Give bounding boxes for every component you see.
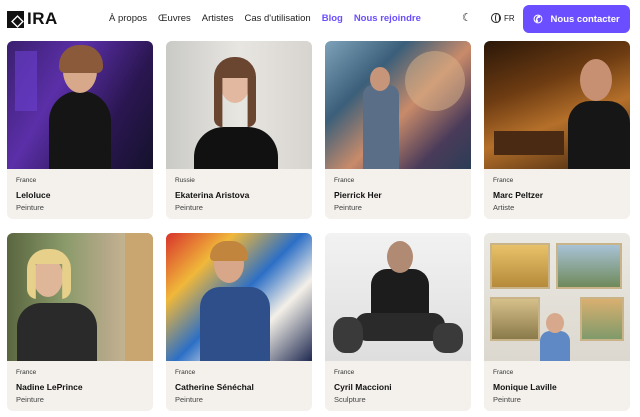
artist-category: Artiste [493,203,515,212]
nav-item-artistes[interactable]: Artistes [202,13,234,24]
artist-photo [484,41,630,169]
artist-name: Monique Laville [493,382,557,392]
artist-card[interactable]: France Marc Peltzer Artiste [484,41,630,219]
phone-icon: ✆ [533,13,543,26]
artist-photo [166,41,312,169]
main-nav: À propos Œuvres Artistes Cas d'utilisati… [109,13,432,24]
language-selector[interactable]: FR [491,13,515,23]
artist-photo [166,233,312,361]
artist-photo [325,233,471,361]
artist-name: Nadine LePrince [16,382,83,392]
artist-category: Peinture [334,203,362,212]
artist-card[interactable]: France Monique Laville Peinture [484,233,630,411]
artist-card[interactable]: France Nadine LePrince Peinture [7,233,153,411]
logo[interactable]: IRA [7,9,58,29]
artist-grid: France Leloluce Peinture Russie Ekaterin… [0,0,640,417]
artist-photo [7,233,153,361]
artist-country: France [334,369,355,376]
nav-item-nous-rejoindre[interactable]: Nous rejoindre [354,13,421,24]
artist-category: Peinture [493,395,521,404]
artist-country: Russie [175,177,195,184]
logo-mark-icon [7,10,24,28]
nav-item-oeuvres[interactable]: Œuvres [158,13,191,24]
artist-category: Peinture [175,395,203,404]
artist-country: France [493,177,514,184]
artist-name: Marc Peltzer [493,190,544,200]
logo-text: IRA [27,9,58,28]
artist-country: France [16,369,37,376]
artist-name: Catherine Sénéchal [175,382,254,392]
moon-icon[interactable]: ☾ [462,12,474,24]
artist-photo [7,41,153,169]
artist-card[interactable]: France Pierrick Her Peinture [325,41,471,219]
artist-country: France [493,369,514,376]
artist-name: Cyril Maccioni [334,382,392,392]
artist-name: Leloluce [16,190,51,200]
artist-photo [484,233,630,361]
artist-card[interactable]: France Cyril Maccioni Sculpture [325,233,471,411]
artist-card[interactable]: France Catherine Sénéchal Peinture [166,233,312,411]
artist-category: Peinture [175,203,203,212]
artist-category: Sculpture [334,395,366,404]
nav-item-blog[interactable]: Blog [322,13,343,24]
nav-item-cas-utilisation[interactable]: Cas d'utilisation [244,13,310,24]
artist-card[interactable]: Russie Ekaterina Aristova Peinture [166,41,312,219]
artist-name: Ekaterina Aristova [175,190,250,200]
site-header: IRA À propos Œuvres Artistes Cas d'utili… [0,0,640,38]
nav-item-a-propos[interactable]: À propos [109,13,147,24]
artist-country: France [175,369,196,376]
artist-category: Peinture [16,395,44,404]
language-label: FR [504,13,515,23]
artist-country: France [334,177,355,184]
contact-button-label: Nous contacter [550,13,620,25]
artist-name: Pierrick Her [334,190,382,200]
artist-country: France [16,177,37,184]
artist-category: Peinture [16,203,44,212]
artist-card[interactable]: France Leloluce Peinture [7,41,153,219]
contact-button[interactable]: ✆ Nous contacter [523,5,630,33]
globe-icon [491,13,501,23]
artist-photo [325,41,471,169]
